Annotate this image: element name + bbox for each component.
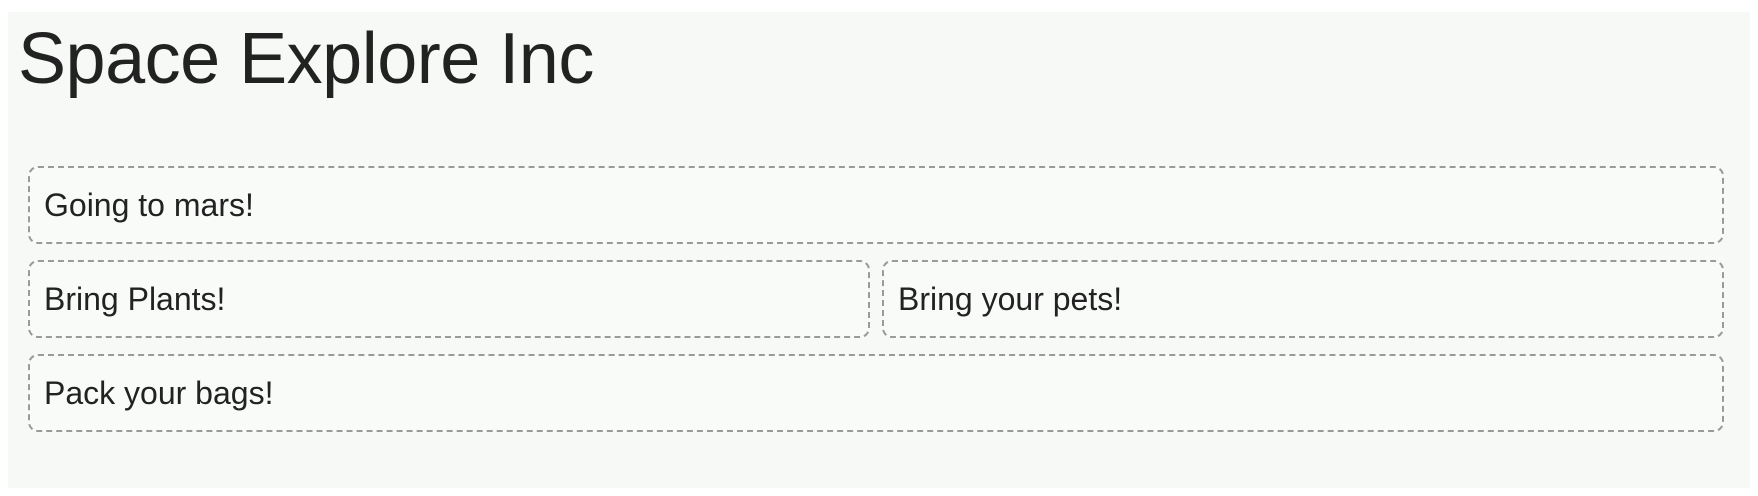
box-pack-bags: Pack your bags! — [28, 354, 1724, 432]
box-label: Bring Plants! — [44, 280, 226, 317]
page-title: Space Explore Inc — [18, 19, 594, 99]
content-grid: Going to mars! Bring Plants! Bring your … — [28, 166, 1724, 432]
box-bring-plants: Bring Plants! — [28, 260, 870, 338]
box-going-to-mars: Going to mars! — [28, 166, 1724, 244]
box-label: Going to mars! — [44, 186, 254, 223]
box-label: Pack your bags! — [44, 374, 274, 411]
page-container: Space Explore Inc Going to mars! Bring P… — [8, 12, 1750, 488]
box-label: Bring your pets! — [898, 280, 1123, 317]
box-bring-pets: Bring your pets! — [882, 260, 1724, 338]
